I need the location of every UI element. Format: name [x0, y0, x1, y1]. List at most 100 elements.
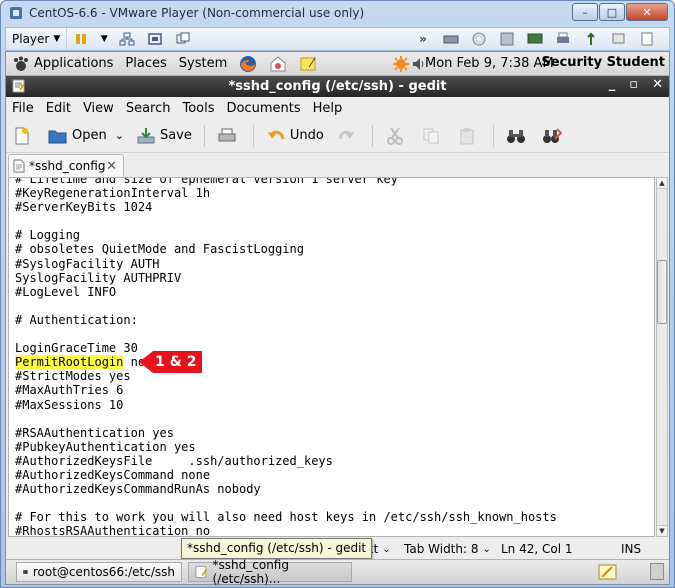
- menu-search[interactable]: Search: [120, 101, 177, 116]
- gedit-minimize-button[interactable]: _: [609, 77, 616, 92]
- network-adapter-icon[interactable]: [526, 31, 544, 47]
- taskbar-gedit[interactable]: *sshd_config (/etc/ssh)...: [188, 558, 352, 586]
- vmware-logo-icon: [10, 7, 22, 19]
- panel-user[interactable]: Security Student: [541, 55, 665, 70]
- pause-icon[interactable]: [72, 31, 90, 47]
- update-icon[interactable]: [392, 55, 410, 77]
- floppy-icon[interactable]: [498, 31, 516, 47]
- code-line: #PubkeyAuthentication yes: [15, 439, 196, 454]
- notes-icon[interactable]: [638, 31, 656, 47]
- tab-close-icon[interactable]: ✕: [106, 159, 117, 174]
- gedit-maximize-button[interactable]: ▫: [629, 77, 638, 92]
- email-launcher[interactable]: [263, 55, 293, 73]
- cd-drive-icon[interactable]: [470, 31, 488, 47]
- find-button[interactable]: [500, 126, 536, 146]
- firefox-icon: [240, 55, 257, 72]
- unity-icon[interactable]: [174, 31, 192, 47]
- gedit-close-button[interactable]: ✕: [652, 77, 663, 92]
- vmware-window-controls: – □ ✕: [571, 3, 668, 21]
- find-replace-icon: [542, 126, 562, 146]
- network-icon[interactable]: [118, 31, 136, 47]
- usb-icon[interactable]: [582, 31, 600, 47]
- undo-button[interactable]: Undo: [260, 126, 330, 146]
- scroll-thumb[interactable]: [657, 260, 667, 324]
- permit-root-login-line: PermitRootLogin no: [9, 355, 654, 370]
- close-button[interactable]: ✕: [626, 3, 668, 21]
- taskbar-terminal[interactable]: root@centos66:/etc/ssh: [16, 562, 182, 582]
- chevron-down-icon: ⌄: [482, 543, 491, 555]
- double-chevron-right-icon[interactable]: »: [414, 31, 432, 47]
- workspace-switcher[interactable]: [598, 563, 618, 584]
- gedit-menubar: File Edit View Search Tools Documents He…: [6, 97, 669, 119]
- code-line: #SyslogFacility AUTH: [15, 256, 160, 271]
- clipboard-icon: [457, 126, 477, 146]
- chevron-down-icon[interactable]: ⌄: [115, 129, 124, 142]
- text-editor[interactable]: # Lifetime and size of ephemeral version…: [8, 177, 655, 537]
- new-document-button[interactable]: [6, 126, 42, 146]
- scroll-down-icon[interactable]: ▼: [657, 525, 667, 536]
- chevron-down-icon[interactable]: ▼: [100, 31, 108, 47]
- guest-desktop: Applications Places System Mon Feb 9, 7:…: [5, 51, 670, 586]
- vmware-title: CentOS-6.6 - VMware Player (Non-commerci…: [29, 6, 365, 20]
- chevron-down-icon: ⌄: [382, 543, 391, 555]
- menu-view[interactable]: View: [77, 101, 120, 116]
- cut-button[interactable]: [379, 126, 415, 146]
- scroll-up-icon[interactable]: ▲: [657, 178, 667, 189]
- applications-menu[interactable]: Applications: [6, 56, 119, 72]
- player-menu-button[interactable]: Player ▼: [6, 28, 68, 50]
- gedit-window-controls: _ ▫ ✕: [595, 77, 663, 92]
- tab-sshd-config[interactable]: *sshd_config ✕: [8, 154, 124, 177]
- window-tooltip: *sshd_config (/etc/ssh) - gedit: [181, 538, 373, 559]
- arrow-left-icon: [139, 351, 153, 373]
- minimize-button[interactable]: –: [572, 3, 598, 21]
- code-line: #AuthorizedKeysCommand none: [15, 467, 211, 482]
- code-line: #MaxSessions 10: [15, 397, 124, 412]
- document-tabbar: *sshd_config ✕: [6, 153, 669, 177]
- fullscreen-icon[interactable]: [146, 31, 164, 47]
- show-desktop-button[interactable]: [650, 563, 664, 580]
- maximize-button[interactable]: □: [599, 3, 625, 21]
- hard-disk-icon[interactable]: [442, 31, 460, 47]
- vmware-toolbar: Player ▼ ▼ »: [5, 27, 670, 51]
- menu-help[interactable]: Help: [307, 101, 349, 116]
- printer-icon[interactable]: [554, 31, 572, 47]
- menu-edit[interactable]: Edit: [40, 101, 77, 116]
- menu-documents[interactable]: Documents: [221, 101, 307, 116]
- redo-button[interactable]: [330, 126, 366, 146]
- places-menu[interactable]: Places: [119, 56, 172, 71]
- code-line: # Lifetime and size of ephemeral version…: [15, 177, 398, 186]
- notes-launcher[interactable]: [293, 55, 323, 73]
- message-icon[interactable]: [610, 31, 628, 47]
- code-line: #LogLevel INFO: [15, 284, 117, 299]
- menu-file[interactable]: File: [6, 101, 40, 116]
- editor-scrollbar[interactable]: ▲ ▼: [656, 177, 668, 537]
- callout-label: 1 & 2: [153, 351, 203, 373]
- firefox-launcher[interactable]: [233, 55, 263, 73]
- menu-tools[interactable]: Tools: [176, 101, 220, 116]
- gedit-title: *sshd_config (/etc/ssh) - gedit: [228, 79, 447, 94]
- text-editor-icon: [12, 79, 25, 93]
- system-menu[interactable]: System: [173, 56, 233, 71]
- tab-label: *sshd_config: [29, 159, 106, 173]
- code-line: #AuthorizedKeysCommandRunAs nobody: [15, 482, 261, 497]
- player-label: Player: [12, 32, 50, 46]
- gedit-titlebar: *sshd_config (/etc/ssh) - gedit _ ▫ ✕: [6, 76, 669, 97]
- gnome-bottom-panel: root@centos66:/etc/ssh *sshd_config (/et…: [6, 558, 669, 586]
- save-icon: [136, 126, 156, 146]
- open-button[interactable]: Open ⌄: [42, 126, 130, 146]
- volume-icon[interactable]: [412, 55, 426, 77]
- panel-clock[interactable]: Mon Feb 9, 7:38 AM: [425, 56, 554, 71]
- tab-width-selector[interactable]: Tab Width: 8 ⌄: [404, 542, 491, 556]
- paste-button[interactable]: [451, 126, 487, 146]
- toolbar-separator: [371, 124, 373, 147]
- copy-button[interactable]: [415, 126, 451, 146]
- code-line: SyslogFacility AUTHPRIV: [15, 270, 182, 285]
- code-line: #MaxAuthTries 6: [15, 383, 124, 398]
- print-button[interactable]: [211, 126, 247, 146]
- save-button[interactable]: Save: [130, 126, 198, 146]
- find-replace-button[interactable]: [536, 126, 572, 146]
